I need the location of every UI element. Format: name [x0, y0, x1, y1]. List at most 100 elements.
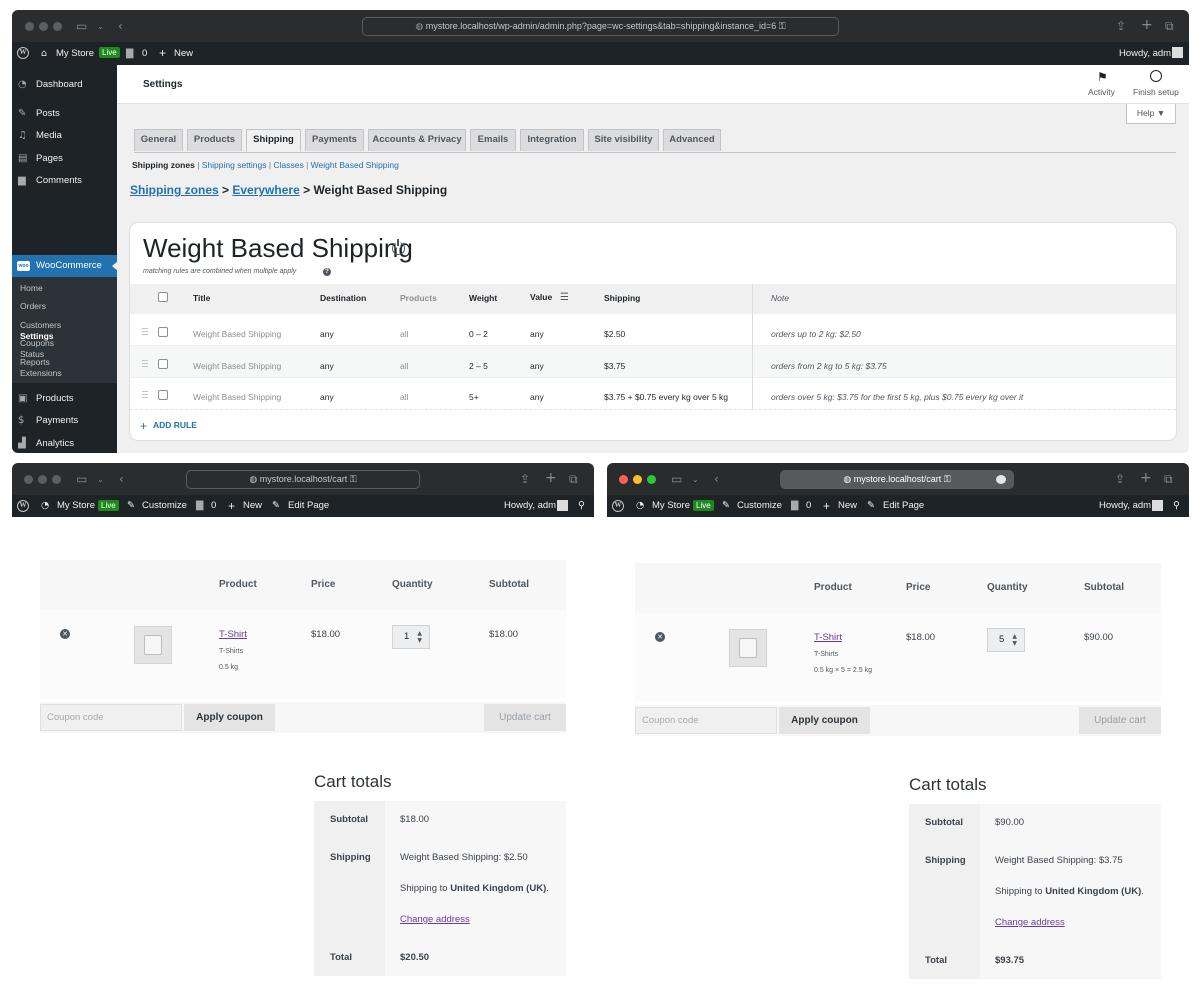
- minimize-window-button[interactable]: [39, 22, 48, 31]
- product-thumbnail[interactable]: [134, 626, 172, 664]
- search-icon[interactable]: ⚲: [578, 495, 585, 517]
- back-icon[interactable]: ‹: [119, 473, 124, 485]
- wordpress-logo-icon[interactable]: W: [17, 500, 29, 512]
- zoom-window-button[interactable]: [52, 475, 61, 484]
- tab-emails[interactable]: Emails: [470, 129, 516, 151]
- select-all-checkbox[interactable]: [158, 292, 168, 302]
- row-checkbox[interactable]: [158, 359, 168, 369]
- chevron-down-icon[interactable]: ⌄: [692, 474, 699, 486]
- share-icon[interactable]: ⇪: [1115, 473, 1125, 485]
- tab-shipping[interactable]: Shipping: [246, 129, 301, 152]
- new-content-link[interactable]: New: [174, 42, 193, 65]
- site-name-link[interactable]: My Store: [56, 42, 94, 65]
- flag-icon[interactable]: ⚑: [1097, 70, 1108, 84]
- minimize-window-button[interactable]: [38, 475, 47, 484]
- product-link[interactable]: T-Shirt: [814, 632, 842, 643]
- sidebar-toggle-icon[interactable]: ▭: [671, 473, 682, 485]
- update-cart-button[interactable]: Update cart: [484, 704, 566, 731]
- change-address-link[interactable]: Change address: [995, 917, 1065, 928]
- back-icon[interactable]: ‹: [118, 20, 123, 32]
- new-tab-icon[interactable]: +: [1141, 18, 1153, 32]
- close-window-button[interactable]: [619, 475, 628, 484]
- tab-accounts-privacy[interactable]: Accounts & Privacy: [368, 129, 466, 151]
- help-button[interactable]: Help ▼: [1126, 104, 1176, 124]
- coupon-code-input[interactable]: Coupon code: [635, 707, 777, 734]
- comments-icon[interactable]: ▇: [791, 495, 798, 517]
- comments-icon[interactable]: ▇: [196, 495, 203, 517]
- chevron-down-icon[interactable]: ⌄: [97, 21, 104, 33]
- wordpress-logo-icon[interactable]: W: [612, 500, 624, 512]
- sidebar-toggle-icon[interactable]: ▭: [76, 473, 87, 485]
- share-icon[interactable]: ⇪: [1116, 20, 1126, 32]
- rule-title[interactable]: Weight Based Shipping: [193, 329, 281, 339]
- change-address-link[interactable]: Change address: [400, 914, 470, 925]
- edit-page-link[interactable]: Edit Page: [288, 495, 329, 517]
- tab-general[interactable]: General: [134, 129, 183, 151]
- share-icon[interactable]: ⇪: [520, 473, 530, 485]
- apply-coupon-button[interactable]: Apply coupon: [184, 704, 275, 731]
- update-cart-button[interactable]: Update cart: [1079, 707, 1161, 734]
- tab-integration[interactable]: Integration: [520, 129, 584, 151]
- minimize-window-button[interactable]: [633, 475, 642, 484]
- new-content-link[interactable]: New: [838, 495, 857, 517]
- new-tab-icon[interactable]: +: [545, 471, 557, 485]
- subnav-shipping-settings[interactable]: Shipping settings: [202, 160, 267, 170]
- rule-title[interactable]: Weight Based Shipping: [193, 392, 281, 402]
- submenu-home[interactable]: Home: [20, 283, 43, 293]
- close-window-button[interactable]: [25, 22, 34, 31]
- customize-link[interactable]: Customize: [737, 495, 782, 517]
- howdy-link[interactable]: Howdy, adm: [1119, 42, 1171, 65]
- submenu-extensions[interactable]: Extensions: [20, 368, 62, 378]
- howdy-link[interactable]: Howdy, adm: [1099, 495, 1151, 517]
- sidebar-item-woocommerce[interactable]: woo WooCommerce: [12, 255, 118, 277]
- site-name-link[interactable]: My Store: [57, 495, 95, 517]
- drag-handle[interactable]: [142, 391, 148, 400]
- activity-button[interactable]: Activity: [1088, 87, 1115, 97]
- stepper-arrows-icon[interactable]: ▲ ▼: [1012, 633, 1017, 647]
- row-checkbox[interactable]: [158, 390, 168, 400]
- finish-setup-button[interactable]: Finish setup: [1133, 87, 1179, 97]
- avatar[interactable]: [557, 500, 568, 511]
- subnav-shipping-zones[interactable]: Shipping zones: [132, 160, 195, 170]
- product-thumbnail[interactable]: [729, 629, 767, 667]
- remove-item-icon[interactable]: ✕: [655, 632, 665, 642]
- sidebar-toggle-icon[interactable]: ▭: [76, 20, 87, 32]
- drag-handle[interactable]: [142, 360, 148, 369]
- customize-link[interactable]: Customize: [142, 495, 187, 517]
- submenu-customers[interactable]: Customers: [20, 320, 61, 330]
- subnav-classes[interactable]: Classes: [273, 160, 303, 170]
- tab-site-visibility[interactable]: Site visibility: [588, 129, 659, 151]
- zoom-window-button[interactable]: [53, 22, 62, 31]
- new-tab-icon[interactable]: +: [1140, 471, 1152, 485]
- new-content-link[interactable]: New: [243, 495, 262, 517]
- subnav-weight-based-shipping[interactable]: Weight Based Shipping: [311, 160, 399, 170]
- row-checkbox[interactable]: [158, 327, 168, 337]
- chevron-down-icon[interactable]: ⌄: [97, 474, 104, 486]
- product-link[interactable]: T-Shirt: [219, 629, 247, 640]
- tabs-overview-icon[interactable]: ⧉: [1164, 473, 1173, 485]
- edit-page-link[interactable]: Edit Page: [883, 495, 924, 517]
- submenu-status[interactable]: Status: [20, 349, 44, 359]
- zoom-window-button[interactable]: [647, 475, 656, 484]
- breadcrumb-everywhere[interactable]: Everywhere: [232, 183, 299, 197]
- breadcrumb-shipping-zones[interactable]: Shipping zones: [130, 183, 219, 197]
- stepper-arrows-icon[interactable]: ▲ ▼: [417, 630, 422, 644]
- tab-products[interactable]: Products: [187, 129, 242, 151]
- submenu-orders[interactable]: Orders: [20, 301, 46, 311]
- tab-advanced[interactable]: Advanced: [663, 129, 721, 151]
- drag-handle[interactable]: [142, 328, 148, 337]
- wordpress-logo-icon[interactable]: W: [17, 47, 29, 59]
- filter-sliders-icon[interactable]: ☰: [560, 292, 569, 303]
- avatar[interactable]: [1152, 500, 1163, 511]
- rule-title[interactable]: Weight Based Shipping: [193, 361, 281, 371]
- more-options-icon[interactable]: [996, 475, 1006, 484]
- add-rule-button[interactable]: ADD RULE: [153, 420, 197, 430]
- submenu-settings[interactable]: Settings: [20, 331, 54, 341]
- help-icon[interactable]: ?: [323, 268, 331, 276]
- tab-payments[interactable]: Payments: [305, 129, 364, 151]
- howdy-link[interactable]: Howdy, adm: [504, 495, 556, 517]
- search-icon[interactable]: ⚲: [1173, 495, 1180, 517]
- close-window-button[interactable]: [24, 475, 33, 484]
- address-bar[interactable]: ◍ mystore.localhost/cart ⚿: [780, 470, 1014, 489]
- tabs-overview-icon[interactable]: ⧉: [1165, 20, 1174, 32]
